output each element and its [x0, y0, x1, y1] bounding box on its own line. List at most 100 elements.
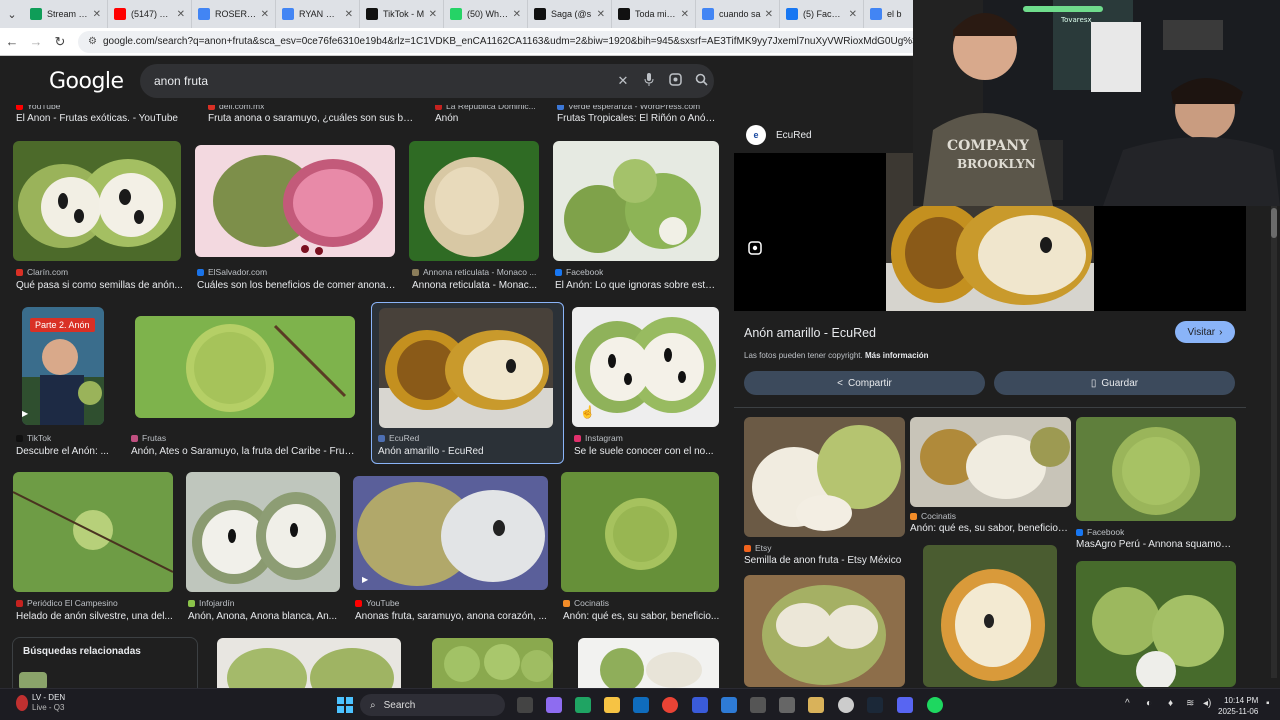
tools-icon[interactable]: [779, 697, 795, 713]
related-image[interactable]: [744, 417, 905, 537]
app-icon[interactable]: [721, 697, 737, 713]
tab-close-icon[interactable]: ✕: [765, 9, 773, 20]
wifi-icon[interactable]: ≋: [1186, 698, 1194, 709]
result-image[interactable]: [578, 638, 719, 688]
tab-close-icon[interactable]: ✕: [345, 9, 353, 20]
tab-list-chevron-icon[interactable]: ⌄: [0, 0, 24, 28]
tray-chevron-icon[interactable]: ^: [1125, 698, 1130, 709]
scrollbar-thumb[interactable]: [1271, 208, 1277, 238]
result-image[interactable]: [135, 316, 355, 418]
result-title[interactable]: Qué pasa si como semillas de anón...: [16, 280, 186, 291]
taskbar-search[interactable]: ⌕ Search: [360, 694, 505, 716]
tab-close-icon[interactable]: ✕: [849, 9, 857, 20]
copilot-icon[interactable]: [546, 697, 562, 713]
result-image[interactable]: [13, 141, 181, 261]
related-title[interactable]: MasAgro Perú - Annona squamosa...: [1076, 539, 1236, 550]
edge-icon[interactable]: [575, 697, 591, 713]
windows-start-icon[interactable]: [337, 697, 353, 713]
result-image[interactable]: [217, 638, 401, 688]
browser-tab[interactable]: RYAN CAS ✕: [276, 0, 360, 28]
browser-tab[interactable]: Saga (@s ✕: [528, 0, 612, 28]
mic-icon[interactable]: ♦: [1168, 698, 1173, 709]
result-title[interactable]: Helado de anón silvestre, una del...: [16, 611, 176, 622]
browser-tab[interactable]: cuando sa ✕: [696, 0, 780, 28]
copyright-more-info-link[interactable]: Más información: [865, 351, 929, 360]
result-title[interactable]: Se le suele conocer con el no...: [574, 446, 719, 457]
result-title[interactable]: Annona reticulata - Monac...: [412, 280, 542, 291]
search-box[interactable]: anon fruta ✕: [140, 64, 714, 98]
result-title[interactable]: Anonas fruta, saramuyo, anona corazón, .…: [355, 611, 550, 622]
result-image[interactable]: [432, 638, 553, 688]
result-title[interactable]: El Anon - Frutas exóticas. - YouTube: [16, 113, 196, 124]
tab-close-icon[interactable]: ✕: [429, 9, 437, 20]
steam-icon[interactable]: [867, 697, 883, 713]
result-title[interactable]: Cuáles son los beneficios de comer anona…: [197, 280, 397, 291]
related-image[interactable]: [923, 545, 1057, 687]
result-title[interactable]: Fruta anona o saramuyo, ¿cuáles son sus …: [208, 113, 418, 124]
visit-button[interactable]: Visitar ›: [1175, 321, 1235, 343]
related-image[interactable]: [1076, 417, 1236, 521]
tab-close-icon[interactable]: ✕: [177, 9, 185, 20]
tab-close-icon[interactable]: ✕: [513, 9, 521, 20]
tab-close-icon[interactable]: ✕: [597, 9, 605, 20]
back-arrow-icon[interactable]: ←: [0, 34, 24, 49]
result-image[interactable]: [561, 472, 719, 592]
live-match-widget[interactable]: LV - DEN Live - Q3: [32, 693, 65, 713]
result-video-thumbnail[interactable]: [353, 476, 548, 590]
save-button[interactable]: ▯ Guardar: [994, 371, 1235, 395]
spotify-icon[interactable]: [927, 697, 943, 713]
lens-icon[interactable]: [748, 241, 762, 258]
result-image[interactable]: [186, 472, 340, 592]
folder-icon[interactable]: [808, 697, 824, 713]
result-title[interactable]: Anón: [435, 113, 545, 124]
file-explorer-icon[interactable]: [604, 697, 620, 713]
page-scrollbar[interactable]: [1271, 206, 1277, 678]
tab-close-icon[interactable]: ✕: [681, 9, 689, 20]
browser-tab[interactable]: (5) Facebo ✕: [780, 0, 864, 28]
result-title[interactable]: Anón, Ates o Saramuyo, la fruta del Cari…: [131, 446, 356, 457]
taskbar-clock[interactable]: 10:14 PM 2025-11-06: [1218, 695, 1258, 717]
related-title[interactable]: Anón: qué es, su sabor, beneficios ...: [910, 523, 1070, 534]
tab-close-icon[interactable]: ✕: [93, 9, 101, 20]
result-title[interactable]: Frutas Tropicales: El Riñón o Anón...: [557, 113, 717, 124]
related-image[interactable]: [1076, 561, 1236, 687]
result-title[interactable]: Anón amarillo - EcuRed: [378, 446, 558, 457]
search-input[interactable]: anon fruta: [154, 74, 610, 88]
result-image[interactable]: [379, 308, 553, 428]
task-view-icon[interactable]: [517, 697, 533, 713]
browser-tab[interactable]: TikTok - M ✕: [360, 0, 444, 28]
store-icon[interactable]: [692, 697, 708, 713]
related-searches-card[interactable]: Búsquedas relacionadas: [12, 637, 198, 688]
site-info-icon[interactable]: ⚙: [88, 36, 97, 47]
result-image[interactable]: [553, 141, 719, 261]
chrome-icon[interactable]: [662, 697, 678, 713]
browser-tab[interactable]: (5147) You ✕: [108, 0, 192, 28]
app-grid-icon[interactable]: [750, 697, 766, 713]
mic-icon[interactable]: [636, 73, 662, 89]
discord-icon[interactable]: [897, 697, 913, 713]
result-image[interactable]: [13, 472, 173, 592]
close-icon[interactable]: ✕: [610, 73, 636, 89]
browser-tab[interactable]: (50) Whats ✕: [444, 0, 528, 28]
result-title[interactable]: El Anón: Lo que ignoras sobre esta...: [555, 280, 717, 291]
result-title[interactable]: Anón: qué es, su sabor, beneficio...: [563, 611, 721, 622]
result-image[interactable]: [195, 145, 395, 257]
tab-close-icon[interactable]: ✕: [261, 9, 269, 20]
browser-tab[interactable]: Toda mi cu ✕: [612, 0, 696, 28]
forward-arrow-icon[interactable]: →: [24, 34, 48, 49]
obs-icon[interactable]: [838, 697, 854, 713]
panel-source[interactable]: e EcuRed: [746, 125, 812, 145]
result-title[interactable]: Anón, Anona, Anona blanca, An...: [188, 611, 343, 622]
lens-icon[interactable]: [662, 73, 688, 89]
notifications-icon[interactable]: ▪: [1266, 698, 1270, 709]
related-search-thumb[interactable]: [19, 672, 47, 688]
tray-app-icon[interactable]: ◐: [1146, 698, 1152, 709]
share-button[interactable]: < Compartir: [744, 371, 985, 395]
google-logo[interactable]: Google: [49, 69, 124, 94]
related-title[interactable]: Semilla de anon fruta - Etsy México: [744, 555, 904, 566]
outlook-icon[interactable]: [633, 697, 649, 713]
related-image[interactable]: [744, 575, 905, 687]
browser-tab[interactable]: ROSERITO ✕: [192, 0, 276, 28]
browser-tab[interactable]: Stream - K ✕: [24, 0, 108, 28]
search-icon[interactable]: [688, 73, 714, 89]
